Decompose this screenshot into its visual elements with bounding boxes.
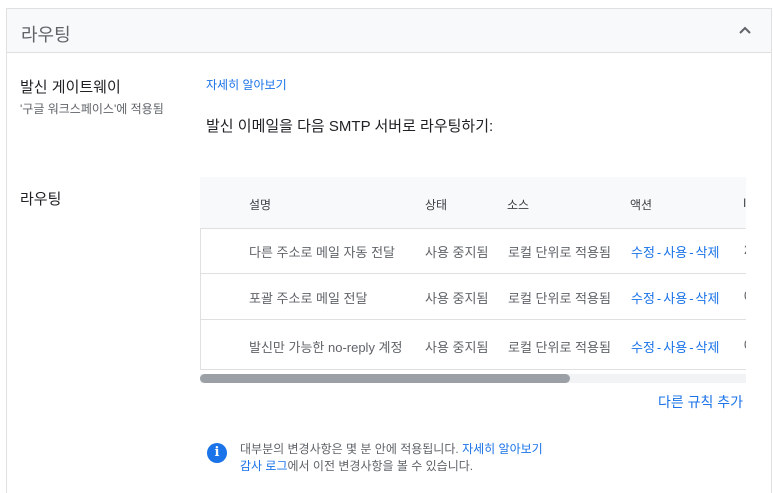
row-extra: 2 bbox=[744, 242, 746, 257]
action-separator: - bbox=[656, 245, 662, 260]
edit-link[interactable]: 수정 bbox=[631, 245, 655, 260]
table-header: 설명 상태 소스 액션 I bbox=[200, 177, 746, 229]
row-description: 발신만 가능한 no-reply 계정 bbox=[249, 340, 403, 355]
row-description: 다른 주소로 메일 자동 전달 bbox=[249, 245, 396, 260]
column-actions: 액션 bbox=[630, 198, 653, 212]
outbound-description: 발신 이메일을 다음 SMTP 서버로 라우팅하기: bbox=[206, 118, 494, 135]
action-separator: - bbox=[656, 340, 662, 355]
column-extra: I bbox=[743, 196, 746, 210]
row-source: 로컬 단위로 적용됨 bbox=[508, 340, 611, 355]
action-separator: - bbox=[689, 340, 694, 355]
row-actions: 수정 - 사용 - 삭제 bbox=[631, 337, 719, 356]
outbound-gateway-label: 발신 게이트웨이 bbox=[20, 79, 121, 96]
section-title: 라우팅 bbox=[21, 25, 71, 45]
row-description: 포괄 주소로 메일 전달 bbox=[249, 291, 368, 306]
delete-link[interactable]: 삭제 bbox=[696, 245, 720, 260]
row-extra: 0 bbox=[744, 288, 746, 303]
chevron-up-icon[interactable] bbox=[737, 22, 753, 38]
footer-line-1: 대부분의 변경사항은 몇 분 안에 적용됩니다. 자세히 알아보기 bbox=[240, 440, 543, 457]
action-separator: - bbox=[689, 245, 694, 260]
row-extra: 0 bbox=[744, 337, 746, 352]
section-header[interactable]: 라우팅 bbox=[7, 9, 771, 53]
table-row: 다른 주소로 메일 자동 전달 사용 중지됨 로컬 단위로 적용됨 수정 - 사용 -… bbox=[200, 228, 746, 274]
routing-table: 설명 상태 소스 액션 I 다른 주소로 메일 자동 전달 사용 중지됨 로컬 … bbox=[200, 177, 746, 377]
learn-more-link[interactable]: 자세히 알아보기 bbox=[206, 76, 287, 93]
add-rule-link[interactable]: 다른 규칙 추가 bbox=[658, 392, 743, 412]
info-icon: i bbox=[207, 443, 227, 463]
footer-learn-more-link[interactable]: 자세히 알아보기 bbox=[462, 442, 543, 456]
horizontal-scrollbar[interactable] bbox=[200, 374, 746, 383]
row-status: 사용 중지됨 bbox=[425, 340, 489, 355]
action-separator: - bbox=[656, 291, 662, 306]
delete-link[interactable]: 삭제 bbox=[696, 291, 720, 306]
outbound-gateway-sublabel: '구글 워크스페이스'에 적용됨 bbox=[20, 102, 164, 116]
edit-link[interactable]: 수정 bbox=[631, 340, 655, 355]
enable-link[interactable]: 사용 bbox=[663, 291, 687, 306]
enable-link[interactable]: 사용 bbox=[663, 340, 687, 355]
delete-link[interactable]: 삭제 bbox=[696, 340, 720, 355]
row-status: 사용 중지됨 bbox=[425, 245, 489, 260]
row-source: 로컬 단위로 적용됨 bbox=[508, 245, 611, 260]
footer-text: 대부분의 변경사항은 몇 분 안에 적용됩니다. bbox=[240, 442, 459, 456]
scrollbar-thumb[interactable] bbox=[200, 374, 570, 383]
edit-link[interactable]: 수정 bbox=[631, 291, 655, 306]
row-status: 사용 중지됨 bbox=[425, 291, 489, 306]
audit-log-link[interactable]: 감사 로그 bbox=[240, 459, 288, 473]
row-source: 로컬 단위로 적용됨 bbox=[508, 291, 611, 306]
routing-label: 라우팅 bbox=[20, 191, 62, 208]
table-row: 발신만 가능한 no-reply 계정 사용 중지됨 로컬 단위로 적용됨 수정… bbox=[200, 320, 746, 370]
enable-link[interactable]: 사용 bbox=[663, 245, 687, 260]
footer-text: 에서 이전 변경사항을 볼 수 있습니다. bbox=[287, 459, 474, 473]
column-description[interactable]: 설명 bbox=[249, 196, 271, 213]
row-actions: 수정 - 사용 - 삭제 bbox=[631, 288, 719, 307]
column-source[interactable]: 소스 bbox=[507, 196, 529, 213]
action-separator: - bbox=[689, 291, 694, 306]
column-status[interactable]: 상태 bbox=[425, 196, 447, 213]
row-actions: 수정 - 사용 - 삭제 bbox=[631, 242, 719, 261]
footer-line-2: 감사 로그에서 이전 변경사항을 볼 수 있습니다. bbox=[240, 457, 473, 474]
table-row: 포괄 주소로 메일 전달 사용 중지됨 로컬 단위로 적용됨 수정 - 사용 - 삭제 … bbox=[200, 274, 746, 320]
